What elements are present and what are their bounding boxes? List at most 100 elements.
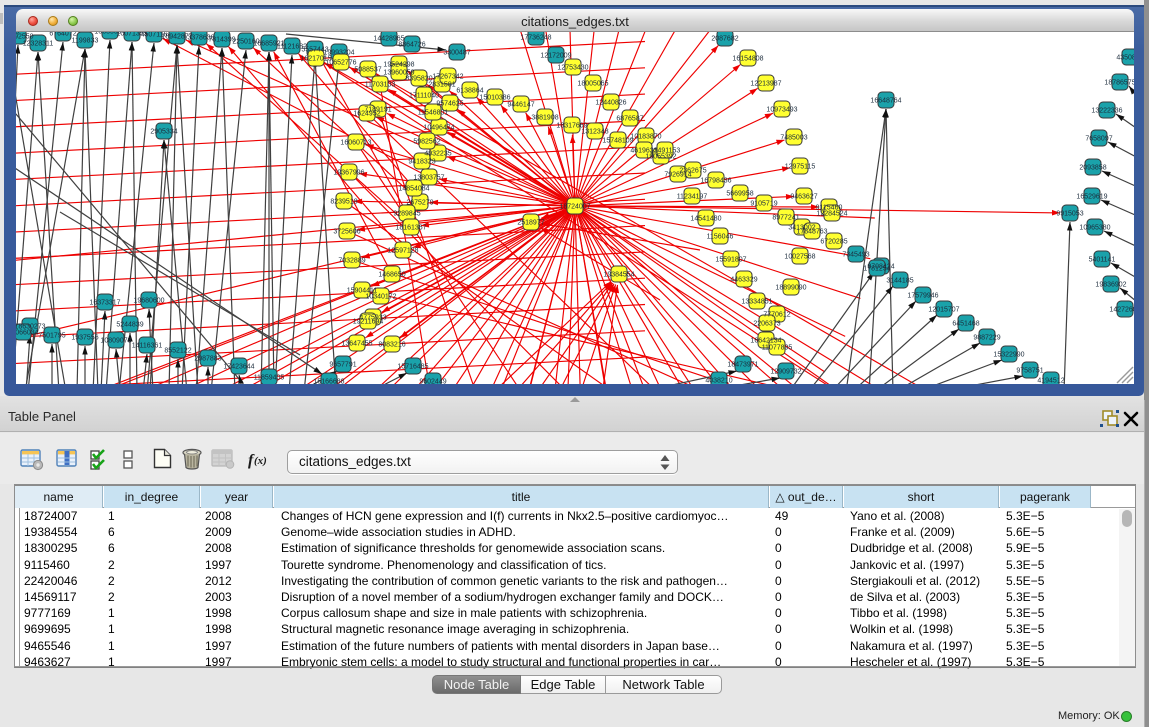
svg-text:6451468: 6451468 [952,321,979,328]
svg-text:9758751: 9758751 [1016,368,1043,375]
svg-text:5401141: 5401141 [1089,257,1116,264]
svg-text:2087682: 2087682 [711,36,738,43]
svg-text:4350814: 4350814 [1116,55,1134,62]
svg-text:17892550: 17892550 [16,34,34,41]
svg-text:15591807: 15591807 [715,257,746,264]
svg-text:5669958: 5669958 [726,191,753,198]
svg-text:13334851: 13334851 [741,299,772,306]
svg-text:16648764: 16648764 [870,98,901,105]
svg-text:14272663: 14272663 [1109,307,1134,314]
svg-text:9887229: 9887229 [973,335,1000,342]
svg-text:1199833: 1199833 [72,38,99,45]
svg-text:3881908: 3881908 [531,115,558,122]
svg-text:16798436: 16798436 [700,178,731,185]
svg-text:10965380: 10965380 [1079,225,1110,232]
svg-text:19367996: 19367996 [333,170,364,177]
svg-text:19211694: 19211694 [353,319,384,326]
svg-text:15322990: 15322990 [993,352,1024,359]
svg-text:19384554: 19384554 [603,272,634,279]
svg-text:19524298: 19524298 [383,62,414,69]
svg-text:8864726: 8864726 [398,42,425,49]
svg-text:14854084: 14854084 [398,186,429,193]
svg-text:2987883: 2987883 [194,356,221,363]
svg-text:17111040: 17111040 [409,93,439,100]
svg-text:14541480: 14541480 [690,216,721,223]
svg-text:5982562: 5982562 [413,139,440,146]
svg-text:12597128: 12597128 [387,248,418,255]
svg-text:4038210: 4038210 [705,378,732,384]
svg-text:9602449: 9602449 [419,379,446,384]
svg-text:18473971: 18473971 [727,362,758,369]
svg-text:10809078: 10809078 [100,338,131,345]
svg-text:16060713: 16060713 [340,140,371,147]
svg-text:9105719: 9105719 [750,201,777,208]
svg-text:15716485: 15716485 [397,364,428,371]
svg-text:16642134: 16642134 [750,338,781,345]
svg-text:13803757: 13803757 [413,175,444,182]
svg-text:3725606: 3725606 [333,229,360,236]
svg-text:2093858: 2093858 [1079,165,1106,172]
svg-text:2206373: 2206373 [753,321,780,328]
svg-text:5244839: 5244839 [116,322,143,329]
svg-text:7345493: 7345493 [842,252,869,259]
svg-text:7485003: 7485003 [780,135,807,142]
svg-text:4932235: 4932235 [424,151,451,158]
svg-text:9915053: 9915053 [1056,211,1083,218]
svg-text:2362675: 2362675 [679,168,706,175]
svg-text:19836902: 19836902 [1095,282,1126,289]
svg-text:10496474: 10496474 [423,125,454,132]
svg-text:1156046: 1156046 [707,234,734,241]
svg-text:11859405: 11859405 [254,375,285,382]
svg-text:16154808: 16154808 [732,56,763,63]
svg-text:1312348: 1312348 [581,129,608,136]
svg-text:17267342: 17267342 [432,74,463,81]
svg-text:16529619: 16529619 [1076,194,1107,201]
svg-text:6720285: 6720285 [820,239,847,246]
svg-text:8083216: 8083216 [378,342,405,349]
svg-text:7501795: 7501795 [38,333,65,340]
svg-text:12284524: 12284524 [816,211,847,218]
svg-text:12172009: 12172009 [540,53,571,60]
svg-text:2518977: 2518977 [517,220,544,227]
svg-text:17579946: 17579946 [907,293,938,300]
svg-text:9446147: 9446147 [507,102,534,109]
svg-text:9289845: 9289845 [393,211,420,218]
svg-text:14116361: 14116361 [132,343,163,350]
svg-text:15010386: 15010386 [479,95,510,102]
svg-text:18786575: 18786575 [1104,80,1134,87]
svg-text:9657791: 9657791 [329,362,356,369]
svg-text:11703103: 11703103 [365,82,396,89]
svg-text:4463329: 4463329 [730,277,757,284]
svg-text:15166688: 15166688 [313,379,344,384]
svg-text:12440826: 12440826 [595,100,626,107]
svg-text:9463627: 9463627 [790,194,817,201]
svg-text:12909732: 12909732 [770,369,801,376]
svg-text:8552122: 8552122 [164,348,191,355]
svg-text:5088537: 5088537 [354,67,381,74]
svg-text:10183870: 10183870 [630,134,661,141]
svg-text:8977241: 8977241 [772,215,799,222]
svg-text:6138864: 6138864 [456,88,483,95]
svg-text:9574625: 9574625 [436,101,463,108]
svg-text:19680600: 19680600 [133,298,164,305]
svg-text:18724007: 18724007 [559,204,590,211]
svg-text:12753430: 12753430 [557,65,588,72]
svg-text:19055392: 19055392 [645,154,676,161]
svg-text:11234197: 11234197 [677,194,708,201]
svg-text:10973493: 10973493 [766,107,797,114]
svg-text:3144185: 3144185 [886,278,913,285]
svg-text:10652776: 10652776 [325,60,356,67]
svg-text:12213987: 12213987 [750,81,781,88]
svg-text:12015707: 12015707 [928,307,959,314]
svg-text:8239518: 8239518 [330,199,357,206]
svg-text:7770612: 7770612 [763,312,790,319]
svg-text:13491153: 13491153 [650,148,681,155]
svg-text:2905334: 2905334 [150,129,177,136]
svg-text:15748109: 15748109 [602,138,633,145]
svg-text:1468650: 1468650 [378,272,405,279]
svg-text:4194512: 4194512 [1037,378,1064,384]
svg-text:17848763: 17848763 [796,229,827,236]
svg-text:12328311: 12328311 [23,41,54,48]
svg-text:6876587: 6876587 [616,116,643,123]
svg-text:18005065: 18005065 [577,81,608,88]
